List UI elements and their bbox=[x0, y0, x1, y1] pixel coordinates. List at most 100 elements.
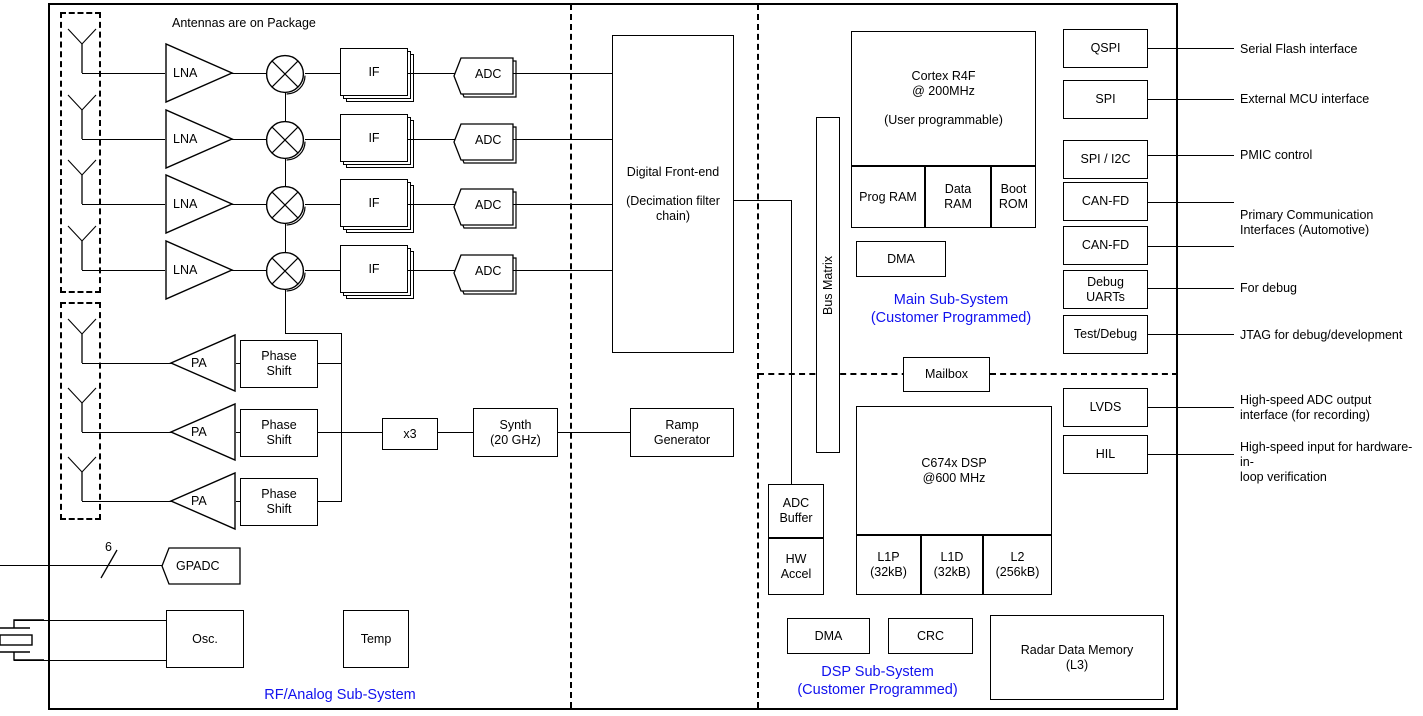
hw-accel-block: HW Accel bbox=[768, 538, 824, 595]
if2-adc-wire bbox=[408, 139, 456, 140]
rx2-antenna-wire bbox=[82, 139, 165, 140]
gpadc-label: GPADC bbox=[176, 559, 220, 573]
lvds-description: High-speed ADC output interface (for rec… bbox=[1240, 393, 1372, 422]
main-dma-label: DMA bbox=[887, 251, 915, 266]
cortex-r4f-label: Cortex R4F @ 200MHz (User programmable) bbox=[884, 69, 1003, 128]
pa-label: PA bbox=[191, 425, 207, 439]
ramp-generator-block: Ramp Generator bbox=[630, 408, 734, 457]
can-fd-2-wire bbox=[1148, 246, 1234, 247]
synth-label: Synth (20 GHz) bbox=[490, 417, 541, 447]
dfe-to-adcbuffer-wire bbox=[791, 200, 792, 485]
crc-block: CRC bbox=[888, 618, 973, 654]
rx4-antenna-wire bbox=[82, 270, 165, 271]
debug-uarts-description: For debug bbox=[1240, 281, 1297, 295]
lo-spine-3 bbox=[285, 223, 286, 252]
if4-adc-wire bbox=[408, 270, 456, 271]
adc-buffer-block: ADC Buffer bbox=[768, 484, 824, 538]
adc3-dfe-wire bbox=[513, 204, 613, 205]
if-label: IF bbox=[368, 64, 380, 79]
prog-ram-block: Prog RAM bbox=[851, 166, 925, 228]
phase-shift-block: Phase Shift bbox=[240, 478, 318, 526]
can-fd-label: CAN-FD bbox=[1081, 238, 1130, 253]
adc2-dfe-wire bbox=[513, 139, 613, 140]
osc-wire-top bbox=[14, 620, 167, 621]
tx3-antenna-wire bbox=[82, 501, 172, 502]
lvds-block: LVDS bbox=[1063, 388, 1148, 427]
digital-subsystem-partition bbox=[757, 4, 759, 708]
qspi-block: QSPI bbox=[1063, 29, 1148, 68]
qspi-wire bbox=[1148, 48, 1234, 49]
digital-front-end-block: Digital Front-end (Decimation filter cha… bbox=[612, 35, 734, 353]
debug-uarts-label: Debug UARTs bbox=[1086, 274, 1125, 304]
hw-accel-label: HW Accel bbox=[780, 551, 812, 581]
radar-data-memory-label: Radar Data Memory (L3) bbox=[1020, 642, 1134, 672]
rx3-antenna-wire bbox=[82, 204, 165, 205]
bus-matrix-label: Bus Matrix bbox=[821, 255, 835, 315]
lna1-mixer-wire bbox=[231, 73, 266, 74]
pa-label: PA bbox=[191, 356, 207, 370]
lo-distribution-bus bbox=[341, 333, 342, 502]
mixer-icon bbox=[265, 54, 307, 96]
l2-cache-block: L2 (256kB) bbox=[983, 535, 1052, 595]
peripheral-bus-vertical bbox=[1177, 4, 1178, 709]
dsp-subsystem-label: DSP Sub-System (Customer Programmed) bbox=[797, 664, 958, 699]
if-block: IF bbox=[340, 245, 408, 293]
can-fd-block: CAN-FD bbox=[1063, 226, 1148, 265]
adc-buffer-label: ADC Buffer bbox=[779, 496, 813, 525]
mixer2-if-wire bbox=[305, 139, 340, 140]
l1p-label: L1P (32kB) bbox=[870, 550, 907, 579]
ps2-bus-wire bbox=[318, 432, 382, 433]
antennas-on-package-note: Antennas are on Package bbox=[172, 16, 316, 30]
phase-shift-block: Phase Shift bbox=[240, 409, 318, 457]
adc-label: ADC bbox=[475, 264, 502, 278]
rf-subsystem-label: RF/Analog Sub-System bbox=[264, 687, 416, 703]
spi-label: SPI bbox=[1095, 92, 1116, 107]
qspi-description: Serial Flash interface bbox=[1240, 42, 1358, 56]
synthesizer-block: Synth (20 GHz) bbox=[473, 408, 558, 457]
mixer4-if-wire bbox=[305, 270, 340, 271]
can-fd-block: CAN-FD bbox=[1063, 182, 1148, 221]
adc-label: ADC bbox=[475, 198, 502, 212]
l2-label: L2 (256kB) bbox=[995, 550, 1040, 579]
l1p-cache-block: L1P (32kB) bbox=[856, 535, 921, 595]
tx-antenna-icon bbox=[64, 386, 100, 434]
mixer-icon bbox=[265, 120, 307, 162]
if-label: IF bbox=[368, 261, 380, 276]
mixer-icon bbox=[265, 185, 307, 227]
hil-description: High-speed input for hardware-in- loop v… bbox=[1240, 440, 1413, 484]
can-fd-label: CAN-FD bbox=[1081, 194, 1130, 209]
adc-label: ADC bbox=[475, 133, 502, 147]
gpadc-input-bus bbox=[0, 565, 165, 566]
lvds-wire bbox=[1148, 407, 1234, 408]
lo-spine-1 bbox=[285, 92, 286, 121]
rx-antenna-icon bbox=[64, 93, 100, 141]
mixer1-if-wire bbox=[305, 73, 340, 74]
tx2-antenna-wire bbox=[82, 432, 172, 433]
l1d-label: L1D (32kB) bbox=[933, 550, 971, 579]
rx-antenna-icon bbox=[64, 224, 100, 272]
mailbox-label: Mailbox bbox=[924, 367, 969, 382]
mixer-icon bbox=[265, 251, 307, 293]
hil-label: HIL bbox=[1095, 447, 1116, 462]
qspi-label: QSPI bbox=[1090, 41, 1121, 56]
crc-label: CRC bbox=[916, 628, 945, 643]
mixer3-if-wire bbox=[305, 204, 340, 205]
if-block: IF bbox=[340, 48, 408, 96]
rx-antenna-icon bbox=[64, 27, 100, 75]
spi-i2c-description: PMIC control bbox=[1240, 148, 1313, 162]
rx-antenna-icon bbox=[64, 158, 100, 206]
rf-digital-partition bbox=[570, 4, 572, 708]
osc-wire-bottom bbox=[14, 660, 167, 661]
phase-shift-label: Phase Shift bbox=[261, 487, 297, 516]
digital-front-end-label: Digital Front-end (Decimation filter cha… bbox=[626, 164, 720, 223]
phase-shift-block: Phase Shift bbox=[240, 340, 318, 388]
c674x-dsp-label: C674x DSP @600 MHz bbox=[921, 455, 987, 485]
main-dsp-partition-right bbox=[990, 373, 1178, 375]
rx1-antenna-wire bbox=[82, 73, 165, 74]
spi-description: External MCU interface bbox=[1240, 92, 1370, 106]
gpadc-bus-width-label: 6 bbox=[105, 540, 112, 554]
if-block: IF bbox=[340, 114, 408, 162]
x3-synth-wire bbox=[438, 432, 473, 433]
test-debug-description: JTAG for debug/development bbox=[1240, 328, 1403, 342]
phase-shift-label: Phase Shift bbox=[261, 349, 297, 378]
